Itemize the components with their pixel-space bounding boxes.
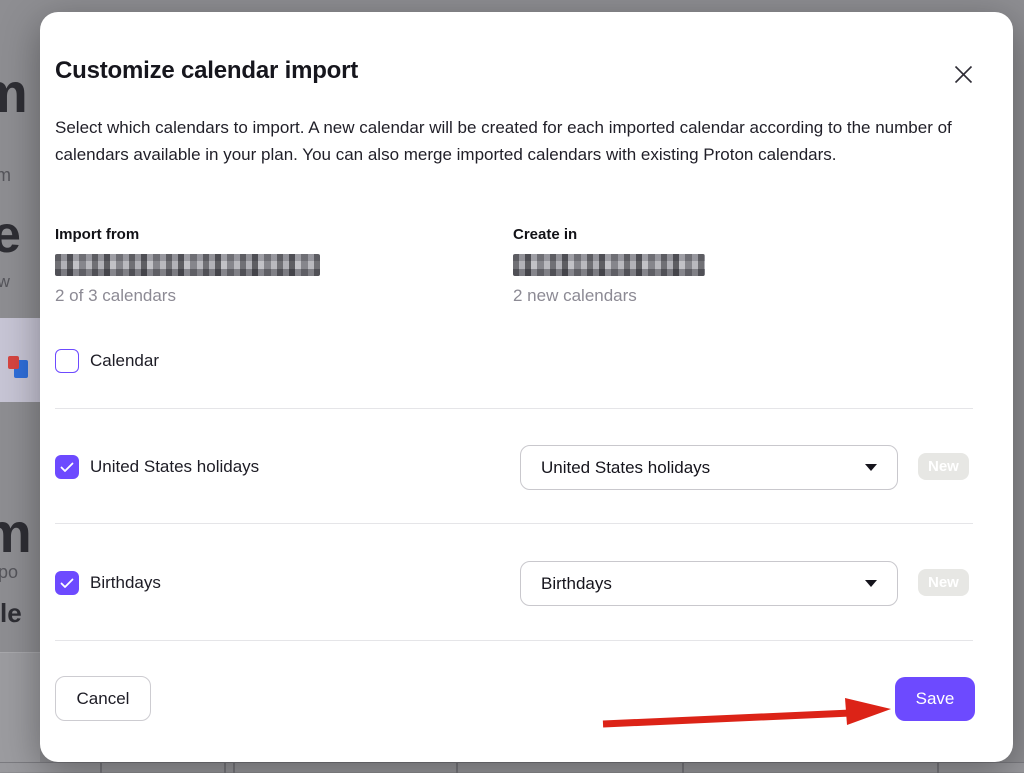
birthdays-row-label: Birthdays: [90, 571, 161, 595]
create-in-summary: 2 new calendars: [513, 286, 997, 306]
create-in-email-redacted: [513, 254, 705, 276]
background-page-fragment: m: [0, 500, 32, 565]
background-list-row: [0, 318, 40, 402]
import-from-summary: 2 of 3 calendars: [55, 286, 513, 306]
birthdays-checkbox[interactable]: [55, 571, 79, 595]
united-states-holidays-target-select[interactable]: United States holidays: [520, 445, 898, 490]
dialog-description: Select which calendars to import. A new …: [55, 114, 967, 168]
check-icon: [60, 578, 74, 589]
import-from-email-redacted: [55, 254, 320, 276]
united-states-holidays-checkbox[interactable]: [55, 455, 79, 479]
footer-divider: [55, 640, 973, 641]
row-divider: [55, 408, 973, 409]
close-button[interactable]: [945, 56, 981, 92]
close-icon: [954, 65, 973, 84]
chevron-down-icon: [865, 580, 877, 587]
check-icon: [60, 462, 74, 473]
dialog-title: Customize calendar import: [55, 57, 358, 85]
background-page-fragment: po: [0, 562, 18, 583]
row-divider: [55, 523, 973, 524]
new-badge: New: [918, 453, 969, 480]
birthdays-target-select[interactable]: Birthdays: [520, 561, 898, 606]
import-from-label: Import from: [55, 226, 513, 244]
calendar-row-label: Calendar: [90, 349, 159, 373]
customize-calendar-import-dialog: Customize calendar import Select which c…: [40, 12, 1013, 762]
create-in-label: Create in: [513, 226, 997, 244]
cancel-button[interactable]: Cancel: [55, 676, 151, 721]
chevron-down-icon: [865, 464, 877, 471]
save-button[interactable]: Save: [895, 677, 975, 721]
background-page-fragment: e: [0, 205, 21, 265]
background-page-fragment: om: [0, 165, 11, 186]
select-value: Birthdays: [541, 574, 612, 594]
new-badge: New: [918, 569, 969, 596]
background-page-fragment: le: [0, 598, 22, 629]
import-from-column: Import from 2 of 3 calendars: [55, 226, 513, 306]
select-value: United States holidays: [541, 458, 710, 478]
background-page-fragment: m: [0, 60, 28, 125]
annotation-arrow: [595, 692, 905, 737]
create-in-column: Create in 2 new calendars: [513, 226, 997, 306]
import-summary-columns: Import from 2 of 3 calendars Create in 2…: [55, 226, 997, 306]
background-table-strip: [0, 762, 1024, 772]
background-panel: [0, 652, 40, 762]
background-app-icon: [8, 356, 28, 380]
background-page-fragment: rw: [0, 272, 10, 292]
calendar-checkbox[interactable]: [55, 349, 79, 373]
united-states-holidays-row-label: United States holidays: [90, 455, 259, 479]
